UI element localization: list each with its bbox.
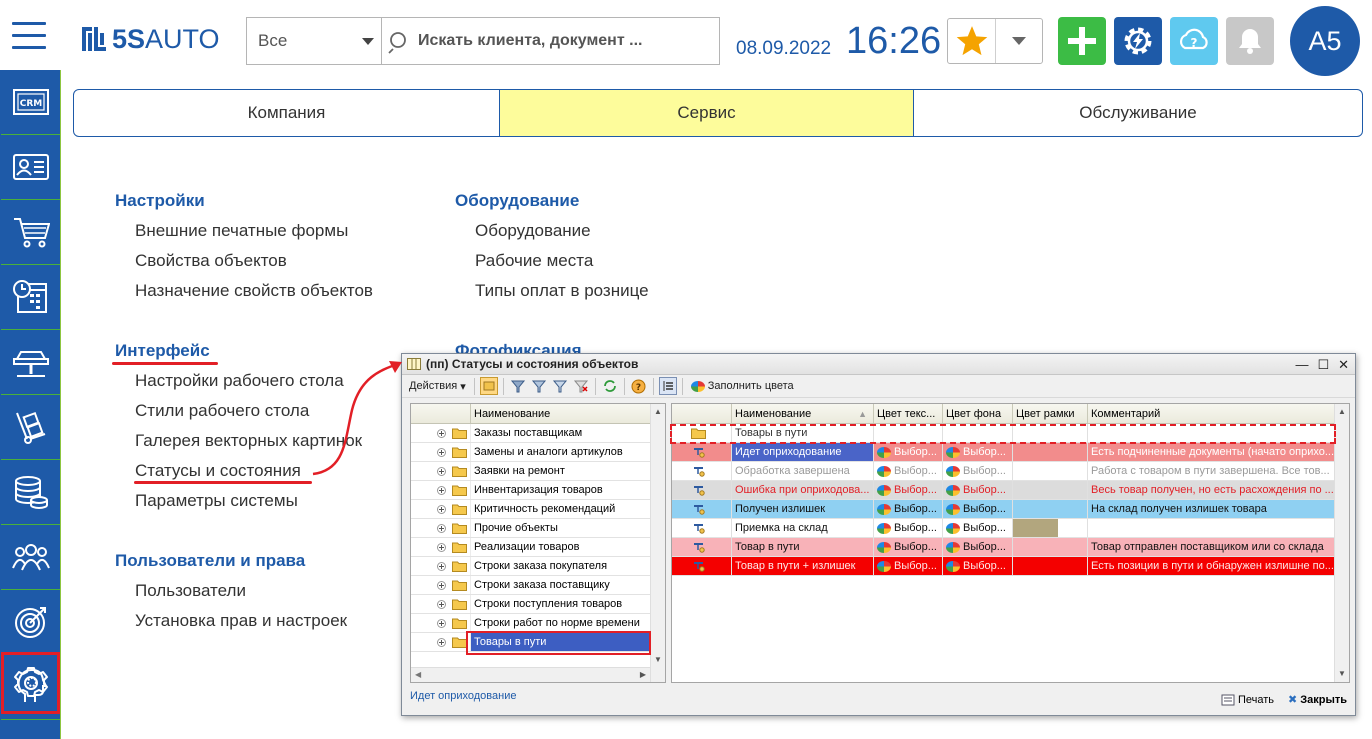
annotation-arrow xyxy=(312,361,402,476)
